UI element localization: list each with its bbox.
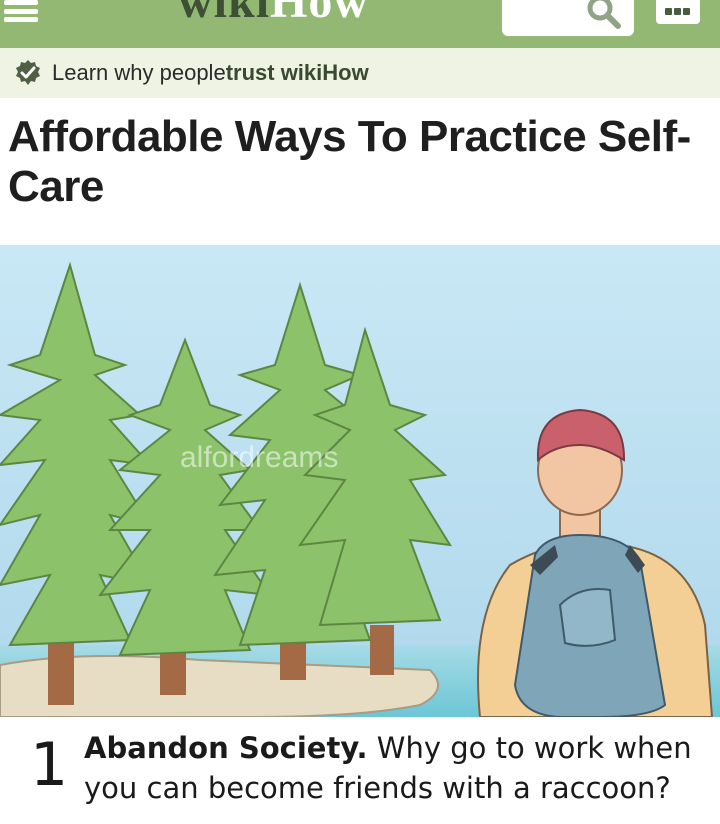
search-input[interactable] <box>502 0 634 36</box>
logo-wiki: wiki <box>178 0 271 28</box>
header-bar: wikiHow <box>0 0 720 48</box>
wikihow-logo[interactable]: wikiHow <box>178 0 369 26</box>
trust-banner-text: Learn why people <box>52 60 226 85</box>
search-icon[interactable] <box>584 0 624 36</box>
logo-how: How <box>270 0 370 28</box>
step-illustration: alfordreams <box>0 245 720 717</box>
grid-icon[interactable] <box>656 0 700 24</box>
verified-badge-icon <box>16 60 40 85</box>
step-heading: Abandon Society. <box>84 731 368 765</box>
step-1: 1 Abandon Society. Why go to work when y… <box>0 718 720 824</box>
trust-wikihow-link[interactable]: trust wikiHow <box>226 60 369 86</box>
step-description: Abandon Society. Why go to work when you… <box>84 728 704 808</box>
trust-banner[interactable]: Learn why people trust wikiHow <box>0 48 720 98</box>
hamburger-menu-icon[interactable] <box>4 0 42 22</box>
article-title: Affordable Ways To Practice Self-Care <box>8 112 691 211</box>
image-watermark: alfordreams <box>180 441 338 474</box>
step-number: 1 <box>30 730 69 800</box>
